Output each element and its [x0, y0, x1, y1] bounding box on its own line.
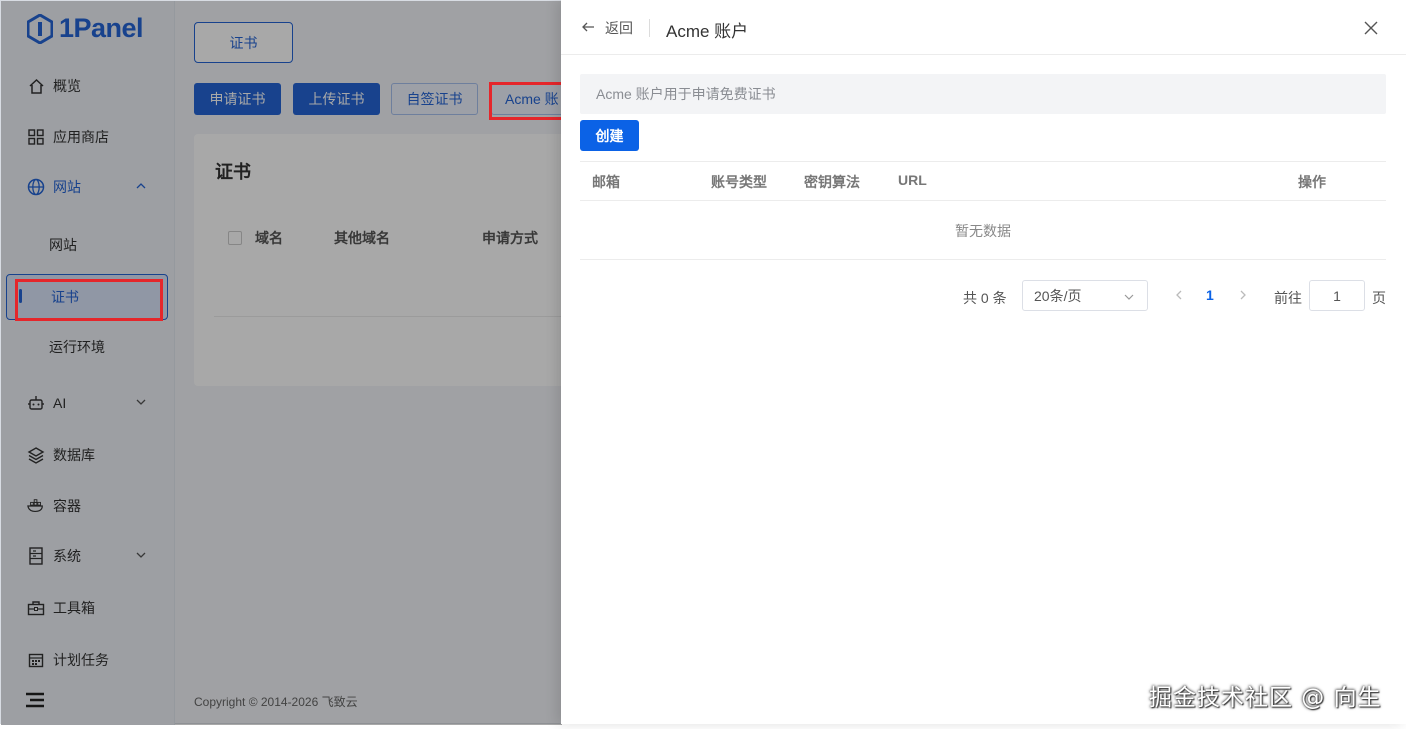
goto-label: 前往: [1274, 290, 1302, 306]
next-page-icon[interactable]: [1237, 289, 1249, 301]
column-header-account-type: 账号类型: [711, 174, 767, 190]
page-size-select[interactable]: 20条/页: [1022, 280, 1148, 311]
column-header-actions: 操作: [1298, 174, 1326, 190]
page-size-value: 20条/页: [1034, 287, 1082, 304]
watermark: 掘金技术社区 @ 向生: [1149, 685, 1382, 711]
column-header-url: URL: [898, 172, 927, 188]
table-border: [580, 161, 1386, 162]
empty-state-text: 暂无数据: [955, 223, 1011, 239]
drawer-header: 返回 Acme 账户: [561, 0, 1406, 55]
acme-account-drawer: 返回 Acme 账户 Acme 账户用于申请免费证书 创建 邮箱 账号类型 密钥…: [561, 0, 1406, 724]
back-button[interactable]: 返回: [605, 18, 633, 38]
page-unit-label: 页: [1372, 290, 1386, 306]
drawer-overlay[interactable]: [1, 1, 562, 725]
column-header-key-algorithm: 密钥算法: [804, 174, 860, 190]
table-border: [580, 259, 1386, 260]
page-number-current[interactable]: 1: [1206, 287, 1214, 303]
pagination-total: 共 0 条: [963, 290, 1007, 306]
close-icon[interactable]: [1364, 21, 1378, 35]
chevron-down-icon: [1124, 294, 1134, 300]
info-notice: Acme 账户用于申请免费证书: [580, 74, 1386, 114]
column-header-email: 邮箱: [592, 174, 620, 190]
arrow-left-icon[interactable]: [581, 20, 595, 34]
table-border: [580, 200, 1386, 201]
create-button[interactable]: 创建: [580, 120, 639, 151]
goto-page-input[interactable]: [1309, 280, 1365, 311]
divider: [649, 19, 650, 37]
drawer-title: Acme 账户: [666, 22, 749, 41]
prev-page-icon[interactable]: [1173, 289, 1185, 301]
